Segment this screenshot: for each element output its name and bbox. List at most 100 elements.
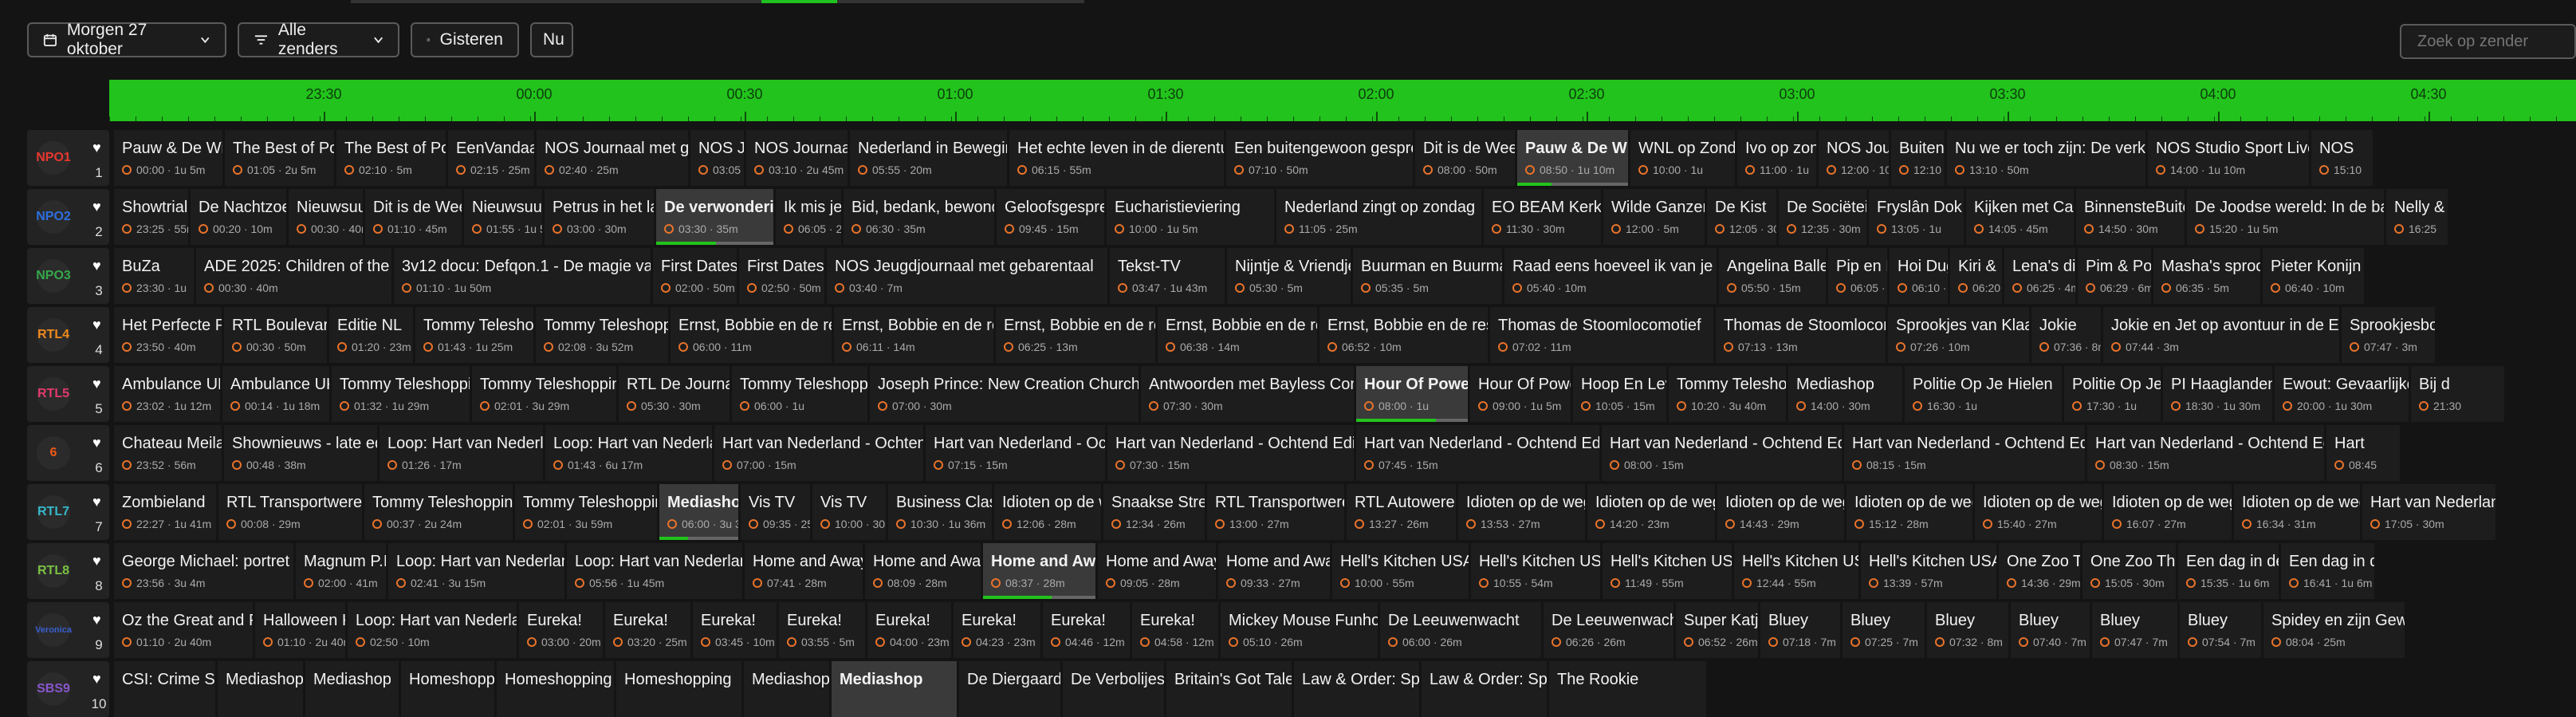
program-cell[interactable]: Politie Op Je Hielen 17:30 · 1u	[2064, 366, 2163, 422]
program-cell[interactable]: Thomas de Stoomlocomotief 07:02 · 11m	[1490, 307, 1716, 363]
program-cell[interactable]: NOS Journaal 12:00 · 10m	[1819, 130, 1891, 186]
program-cell[interactable]: Sprookjesboom 07:47 · 3m	[2342, 307, 2437, 363]
program-cell[interactable]: Home and Away 07:41 · 28m	[745, 543, 865, 599]
program-cell[interactable]: One Zoo Three 14:36 · 29m	[1999, 543, 2082, 599]
program-cell[interactable]: Ernst, Bobbie en de rest 06:38 · 14m	[1158, 307, 1319, 363]
program-cell[interactable]: Idioten op de weg 16:07 · 27m	[2104, 484, 2234, 540]
program-cell[interactable]: Politie Op Je Hielen 16:30 · 1u	[1905, 366, 2064, 422]
channel-cell[interactable]: Veronica ♥ 9	[27, 602, 109, 658]
program-cell[interactable]: NOS Journaal met gebarentaal 02:40 · 25m	[537, 130, 690, 186]
program-cell[interactable]: Hell's Kitchen USA 12:44 · 55m	[1734, 543, 1861, 599]
channel-cell[interactable]: RTL5 ♥ 5	[27, 366, 109, 422]
program-cell[interactable]: Eureka! 04:46 · 12m	[1043, 602, 1132, 658]
channel-cell[interactable]: RTL8 ♥ 8	[27, 543, 109, 599]
program-cell[interactable]: Hart van Nederland - Ochtend Editie 07:00…	[714, 425, 926, 481]
program-cell[interactable]: Home and Away 08:37 · 28m	[983, 543, 1098, 599]
yesterday-button[interactable]: Gisteren	[411, 22, 519, 57]
program-cell[interactable]: Loop: Hart van Nederland 02:50 · 10m	[348, 602, 519, 658]
program-cell[interactable]: Tommy Teleshopping 01:32 · 1u 29m	[332, 366, 472, 422]
program-cell[interactable]: Een dag in de 16:41 · 1u 6m	[2281, 543, 2377, 599]
program-cell[interactable]: RTL Transportwereld 00:08 · 29m	[218, 484, 364, 540]
program-cell[interactable]: Homeshopping	[497, 661, 616, 717]
program-cell[interactable]: One Zoo Three 15:05 · 30m	[2082, 543, 2178, 599]
channel-cell[interactable]: RTL4 ♥ 4	[27, 307, 109, 363]
program-cell[interactable]: Homeshopping	[616, 661, 744, 717]
program-cell[interactable]: Eucharistieviering 10:00 · 1u 5m	[1107, 189, 1276, 245]
program-cell[interactable]: BuZa 23:30 · 1u	[114, 248, 196, 304]
favorite-heart-icon[interactable]: ♥	[92, 494, 101, 510]
program-cell[interactable]: Buitenhof 12:10 · 1u	[1891, 130, 1947, 186]
program-cell[interactable]: Super Katjes 06:52 · 26m	[1676, 602, 1760, 658]
program-cell[interactable]: Mediashop	[305, 661, 401, 717]
program-cell[interactable]: Idioten op de weg 16:34 · 31m	[2234, 484, 2362, 540]
program-cell[interactable]: Joseph Prince: New Creation Church TV 07:…	[870, 366, 1141, 422]
program-cell[interactable]: Tommy Teleshopping 06:00 · 1u	[732, 366, 870, 422]
program-cell[interactable]: Buurman en Buurman 05:35 · 5m	[1353, 248, 1504, 304]
program-cell[interactable]: Ernst, Bobbie en de rest 06:52 · 10m	[1319, 307, 1490, 363]
program-cell[interactable]: De Nachtzoen 00:20 · 10m	[191, 189, 289, 245]
favorite-heart-icon[interactable]: ♥	[92, 258, 101, 274]
program-cell[interactable]: Thomas de Stoomlocomotief 07:13 · 13m	[1716, 307, 1888, 363]
program-cell[interactable]: Editie NL 01:20 · 23m	[329, 307, 415, 363]
program-cell[interactable]: RTL Autowereld 13:27 · 26m	[1347, 484, 1458, 540]
program-cell[interactable]: Oz the Great and Powerful 01:10 · 2u 40m	[114, 602, 255, 658]
program-cell[interactable]: NOS Journaal 03:10 · 2u 45m	[746, 130, 850, 186]
program-cell[interactable]: First Dates 02:00 · 50m	[653, 248, 739, 304]
program-cell[interactable]: Ernst, Bobbie en de rest 06:00 · 11m	[671, 307, 834, 363]
program-cell[interactable]: De Kist 12:05 · 30m	[1707, 189, 1779, 245]
program-cell[interactable]: Bid, bedank, bewonder 06:30 · 35m	[844, 189, 997, 245]
program-cell[interactable]: Hart van Nederland - Ochtend Editie 07:30…	[1107, 425, 1356, 481]
program-cell[interactable]: Hart van Nederland - Ochtend Editie 07:45…	[1356, 425, 1602, 481]
program-cell[interactable]: Jokie 07:36 · 8m	[2031, 307, 2103, 363]
program-cell[interactable]: De Diergaardigste Dawn Under	[959, 661, 1063, 717]
program-cell[interactable]: EenVandaag 02:15 · 25m	[448, 130, 537, 186]
program-cell[interactable]: Ernst, Bobbie en de rest 06:11 · 14m	[834, 307, 996, 363]
program-cell[interactable]: Het echte leven in de dierentuin 06:15 · …	[1009, 130, 1226, 186]
program-cell[interactable]: Loop: Hart van Nederland 01:26 · 17m	[380, 425, 545, 481]
program-cell[interactable]: Hell's Kitchen USA 10:55 · 54m	[1471, 543, 1603, 599]
program-cell[interactable]: Bluey 07:40 · 7m	[2011, 602, 2092, 658]
program-cell[interactable]: Het Perfecte Plaatje 23:50 · 40m	[114, 307, 224, 363]
program-cell[interactable]: Nu we er toch zijn: De verkiezingen 13:10…	[1947, 130, 2148, 186]
top-scroll-indicator[interactable]	[761, 0, 837, 3]
program-cell[interactable]: Bluey 07:54 · 7m	[2180, 602, 2263, 658]
program-cell[interactable]: Lena's dieren 06:25 · 4m	[2004, 248, 2078, 304]
channel-filter-button[interactable]: Alle zenders	[238, 21, 399, 58]
program-cell[interactable]: Nederland in Beweging 05:55 · 20m	[850, 130, 1009, 186]
program-cell[interactable]: Hour Of Power 09:00 · 1u 5m	[1470, 366, 1573, 422]
program-cell[interactable]: Loop: Hart van Nederland 01:43 · 6u 17m	[545, 425, 714, 481]
program-cell[interactable]: RTL Boulevard 00:30 · 50m	[224, 307, 329, 363]
program-cell[interactable]: Eureka! 04:23 · 23m	[954, 602, 1043, 658]
program-cell[interactable]: Homeshopping	[401, 661, 497, 717]
program-cell[interactable]: Angelina Ballerina 05:50 · 15m	[1719, 248, 1828, 304]
program-cell[interactable]: Eureka! 04:58 · 12m	[1132, 602, 1221, 658]
favorite-heart-icon[interactable]: ♥	[92, 553, 101, 569]
program-cell[interactable]: Tommy Teleshopping 02:08 · 3u 52m	[536, 307, 671, 363]
program-cell[interactable]: BinnensteBuiten 14:50 · 30m	[2076, 189, 2187, 245]
program-cell[interactable]: Hart van Nederland - Ochtend Editie 08:15…	[1844, 425, 2087, 481]
program-cell[interactable]: Law & Order: Special Victims Unit	[1294, 661, 1422, 717]
program-cell[interactable]: Pim & Pom 06:29 · 6m	[2078, 248, 2153, 304]
program-cell[interactable]: Bluey 07:25 · 7m	[1843, 602, 1927, 658]
program-cell[interactable]: Geloofsgesprek 09:45 · 15m	[997, 189, 1107, 245]
program-cell[interactable]: Bluey 07:18 · 7m	[1760, 602, 1843, 658]
program-cell[interactable]: Fryslân Dok 13:05 · 1u	[1869, 189, 1966, 245]
program-cell[interactable]: Tommy Teleshopping 00:37 · 2u 24m	[364, 484, 515, 540]
program-cell[interactable]: Bluey 07:32 · 8m	[1927, 602, 2011, 658]
program-cell[interactable]: Halloween Kills 01:10 · 2u 40m	[255, 602, 348, 658]
program-cell[interactable]: 3v12 docu: Defqon.1 - De magie van de ei…	[394, 248, 653, 304]
program-cell[interactable]: RTL De Journal 05:30 · 30m	[619, 366, 732, 422]
program-cell[interactable]: PI Haaglanden 18:30 · 1u 30m	[2163, 366, 2275, 422]
program-cell[interactable]: Hart van Nederland 17:05 · 30m	[2362, 484, 2498, 540]
program-cell[interactable]: Hoi Duggee 06:10 · 10m	[1890, 248, 1950, 304]
program-cell[interactable]: Home and Away 08:09 · 28m	[865, 543, 983, 599]
program-cell[interactable]: Mediashop	[218, 661, 305, 717]
program-cell[interactable]: Loop: Hart van Nederland 05:56 · 1u 45m	[567, 543, 745, 599]
favorite-heart-icon[interactable]: ♥	[92, 317, 101, 333]
program-cell[interactable]: Kiri & Lou 06:20 · 5m	[1950, 248, 2004, 304]
program-cell[interactable]: Bluey 07:47 · 7m	[2092, 602, 2180, 658]
program-cell[interactable]: Vis TV 09:35 · 25m	[741, 484, 812, 540]
program-cell[interactable]: Business Class 10:30 · 1u 36m	[888, 484, 994, 540]
program-cell[interactable]: Home and Away 09:05 · 28m	[1098, 543, 1218, 599]
program-cell[interactable]: Tommy Teleshopping 02:01 · 3u 59m	[515, 484, 659, 540]
